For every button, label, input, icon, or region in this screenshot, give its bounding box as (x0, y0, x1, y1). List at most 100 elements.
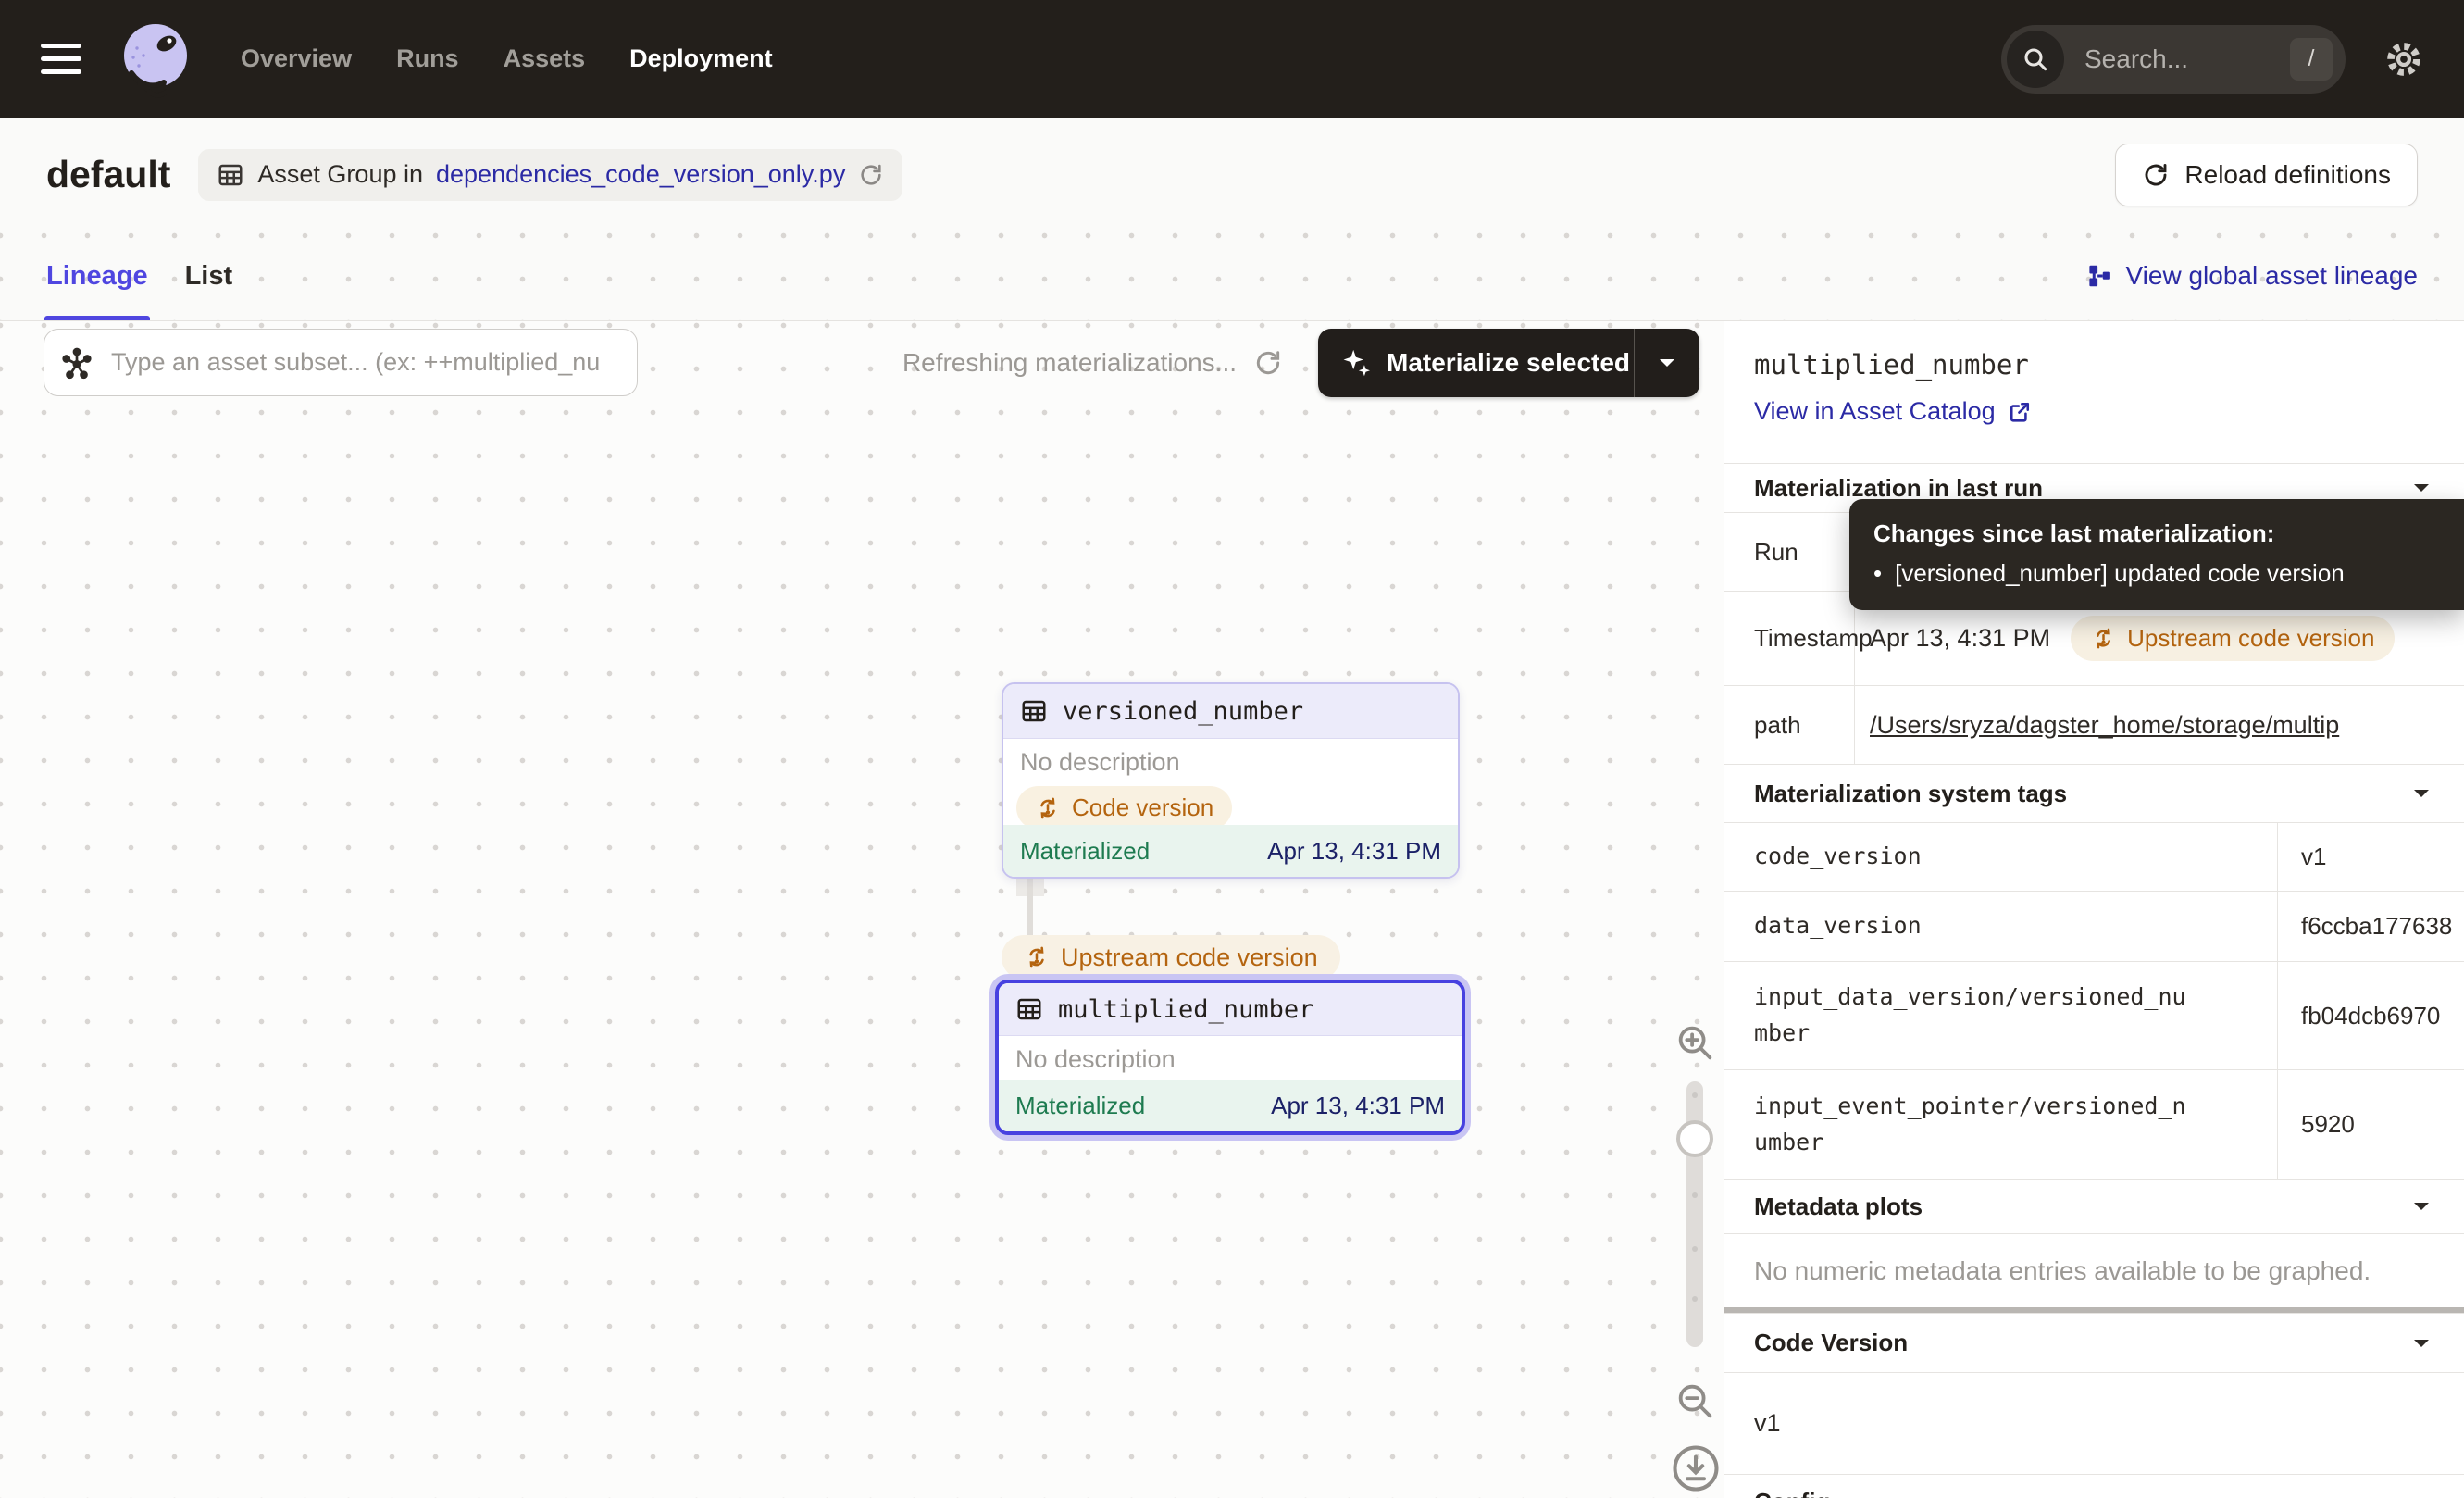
view-global-asset-lineage-link[interactable]: View global asset lineage (2085, 261, 2418, 291)
reload-definitions-label: Reload definitions (2184, 160, 2391, 190)
tabs-bar: Lineage List View global asset lineage (0, 231, 2464, 321)
collapse-caret-icon[interactable] (2412, 482, 2431, 493)
tooltip-title: Changes since last materialization: (1873, 519, 2441, 548)
dagster-app: Overview Runs Assets Deployment / defaul… (0, 0, 2464, 1498)
section-config[interactable]: Config (1724, 1474, 2464, 1498)
asset-subset-input[interactable] (44, 329, 638, 396)
tab-list[interactable]: List (185, 231, 233, 320)
refreshing-label: Refreshing materializations... (902, 348, 1237, 378)
zoom-in-icon[interactable] (1674, 1021, 1716, 1064)
grid-icon (217, 161, 244, 189)
system-tag-row: input_data_version/versioned_number fb04… (1724, 961, 2464, 1069)
nav-overview[interactable]: Overview (241, 44, 352, 73)
changes-tooltip: Changes since last materialization: [ver… (1849, 499, 2464, 610)
asset-node-description: No description (1003, 739, 1458, 777)
upstream-code-version-tag: Upstream code version (2071, 616, 2395, 661)
asset-node-versioned-number[interactable]: versioned_number No description Code ver… (1002, 682, 1460, 879)
section-materialization-system-tags[interactable]: Materialization system tags (1724, 764, 2464, 822)
code-version-changed-icon (1035, 795, 1061, 821)
asset-node-name: multiplied_number (1058, 995, 1313, 1024)
section-label: Metadata plots (1754, 1192, 1923, 1221)
node-timestamp: Apr 13, 4:31 PM (1271, 1092, 1445, 1120)
nav-assets[interactable]: Assets (504, 44, 586, 73)
tag-value: f6ccba177638 (2278, 892, 2464, 961)
materialize-selected-label: Materialize selected (1387, 348, 1630, 378)
nav-deployment[interactable]: Deployment (629, 44, 773, 73)
materialize-dropdown-button[interactable] (1635, 329, 1699, 397)
upstream-code-version-tag-label: Upstream code version (2127, 624, 2374, 653)
section-label: Materialization system tags (1754, 780, 2067, 808)
asset-node-multiplied-number[interactable]: multiplied_number No description Materia… (995, 980, 1465, 1135)
path-row: path /Users/sryza/dagster_home/storage/m… (1724, 685, 2464, 764)
section-label: Code Version (1754, 1329, 1908, 1357)
tag-value: fb04dcb6970 (2278, 962, 2464, 1069)
asset-group-file-link[interactable]: dependencies_code_version_only.py (436, 160, 845, 189)
top-nav: Overview Runs Assets Deployment / (0, 0, 2464, 118)
tab-lineage[interactable]: Lineage (46, 231, 148, 320)
tag-key: data_version (1724, 892, 2278, 961)
tooltip-item: [versioned_number] updated code version (1895, 559, 2345, 588)
asset-group-pill: Asset Group in dependencies_code_version… (198, 149, 902, 201)
search-icon (2007, 31, 2064, 88)
search-shortcut-key: / (2290, 38, 2333, 81)
section-metadata-plots[interactable]: Metadata plots (1724, 1179, 2464, 1233)
table-icon (1015, 995, 1043, 1023)
upstream-code-version-badge: Upstream code version (1002, 935, 1340, 980)
settings-gear-icon[interactable] (2384, 40, 2423, 79)
lineage-graph-icon (2085, 262, 2113, 290)
tag-key: code_version (1724, 823, 2278, 891)
timestamp-label: Timestamp (1724, 592, 1855, 685)
system-tag-row: code_version v1 (1724, 822, 2464, 891)
asset-node-name: versioned_number (1063, 697, 1303, 726)
code-version-changed-icon (2091, 626, 2116, 651)
path-value-link[interactable]: /Users/sryza/dagster_home/storage/multip (1870, 711, 2339, 740)
system-tag-row: data_version f6ccba177638 (1724, 891, 2464, 961)
collapse-caret-icon[interactable] (2412, 1338, 2431, 1349)
asset-details-sidebar: multiplied_number View in Asset Catalog … (1724, 321, 2464, 1498)
reload-definitions-button[interactable]: Reload definitions (2115, 144, 2418, 206)
asset-subset-filter (44, 329, 638, 396)
view-global-asset-lineage-label: View global asset lineage (2126, 261, 2418, 291)
sidebar-asset-name: multiplied_number (1754, 349, 2464, 381)
view-in-asset-catalog-label: View in Asset Catalog (1754, 397, 1996, 426)
section-label: Config (1754, 1488, 1830, 1498)
node-status: Materialized (1020, 837, 1150, 866)
timestamp-value: Apr 13, 4:31 PM (1870, 624, 2050, 653)
download-image-icon[interactable] (1671, 1443, 1721, 1493)
page-title: default (46, 153, 170, 196)
tag-key: input_event_pointer/versioned_number (1724, 1070, 2278, 1179)
code-version-tag: Code version (1016, 786, 1232, 830)
refreshing-status: Refreshing materializations... (833, 342, 1283, 384)
main-area: Refreshing materializations... Materiali… (0, 321, 2464, 1498)
zoom-out-icon[interactable] (1674, 1379, 1716, 1422)
code-version-changed-icon (1024, 944, 1050, 970)
metadata-plots-empty-message: No numeric metadata entries available to… (1724, 1233, 2464, 1307)
materialize-selected-button[interactable]: Materialize selected (1318, 329, 1699, 397)
nav-runs[interactable]: Runs (396, 44, 459, 73)
upstream-code-version-label: Upstream code version (1061, 943, 1318, 972)
section-code-version[interactable]: Code Version (1724, 1313, 2464, 1372)
asset-group-label: Asset Group in (257, 160, 423, 189)
chevron-down-icon (1658, 357, 1676, 368)
node-timestamp: Apr 13, 4:31 PM (1267, 837, 1441, 866)
search-input[interactable] (2083, 44, 2290, 75)
edge-line (1027, 876, 1033, 942)
view-in-asset-catalog-link[interactable]: View in Asset Catalog (1754, 397, 2033, 426)
refresh-icon[interactable] (1253, 348, 1283, 378)
sidebar-header: multiplied_number View in Asset Catalog (1724, 321, 2464, 463)
materialize-selected-main[interactable]: Materialize selected (1318, 329, 1635, 397)
group-reload-icon[interactable] (858, 162, 884, 188)
page-header: default Asset Group in dependencies_code… (0, 118, 2464, 231)
system-tag-row: input_event_pointer/versioned_number 592… (1724, 1069, 2464, 1179)
collapse-caret-icon[interactable] (2412, 1201, 2431, 1212)
zoom-slider-handle[interactable] (1676, 1120, 1713, 1157)
menu-icon[interactable] (41, 44, 81, 74)
external-link-icon (2007, 399, 2033, 425)
lineage-graph-canvas[interactable]: Refreshing materializations... Materiali… (0, 321, 1724, 1498)
tag-key: input_data_version/versioned_number (1724, 962, 2278, 1069)
dagster-logo-icon[interactable] (115, 20, 193, 98)
sparkle-icon (1340, 347, 1372, 379)
search-bar[interactable]: / (2001, 25, 2346, 94)
collapse-caret-icon[interactable] (2412, 788, 2431, 799)
code-version-value: v1 (1724, 1372, 2464, 1474)
